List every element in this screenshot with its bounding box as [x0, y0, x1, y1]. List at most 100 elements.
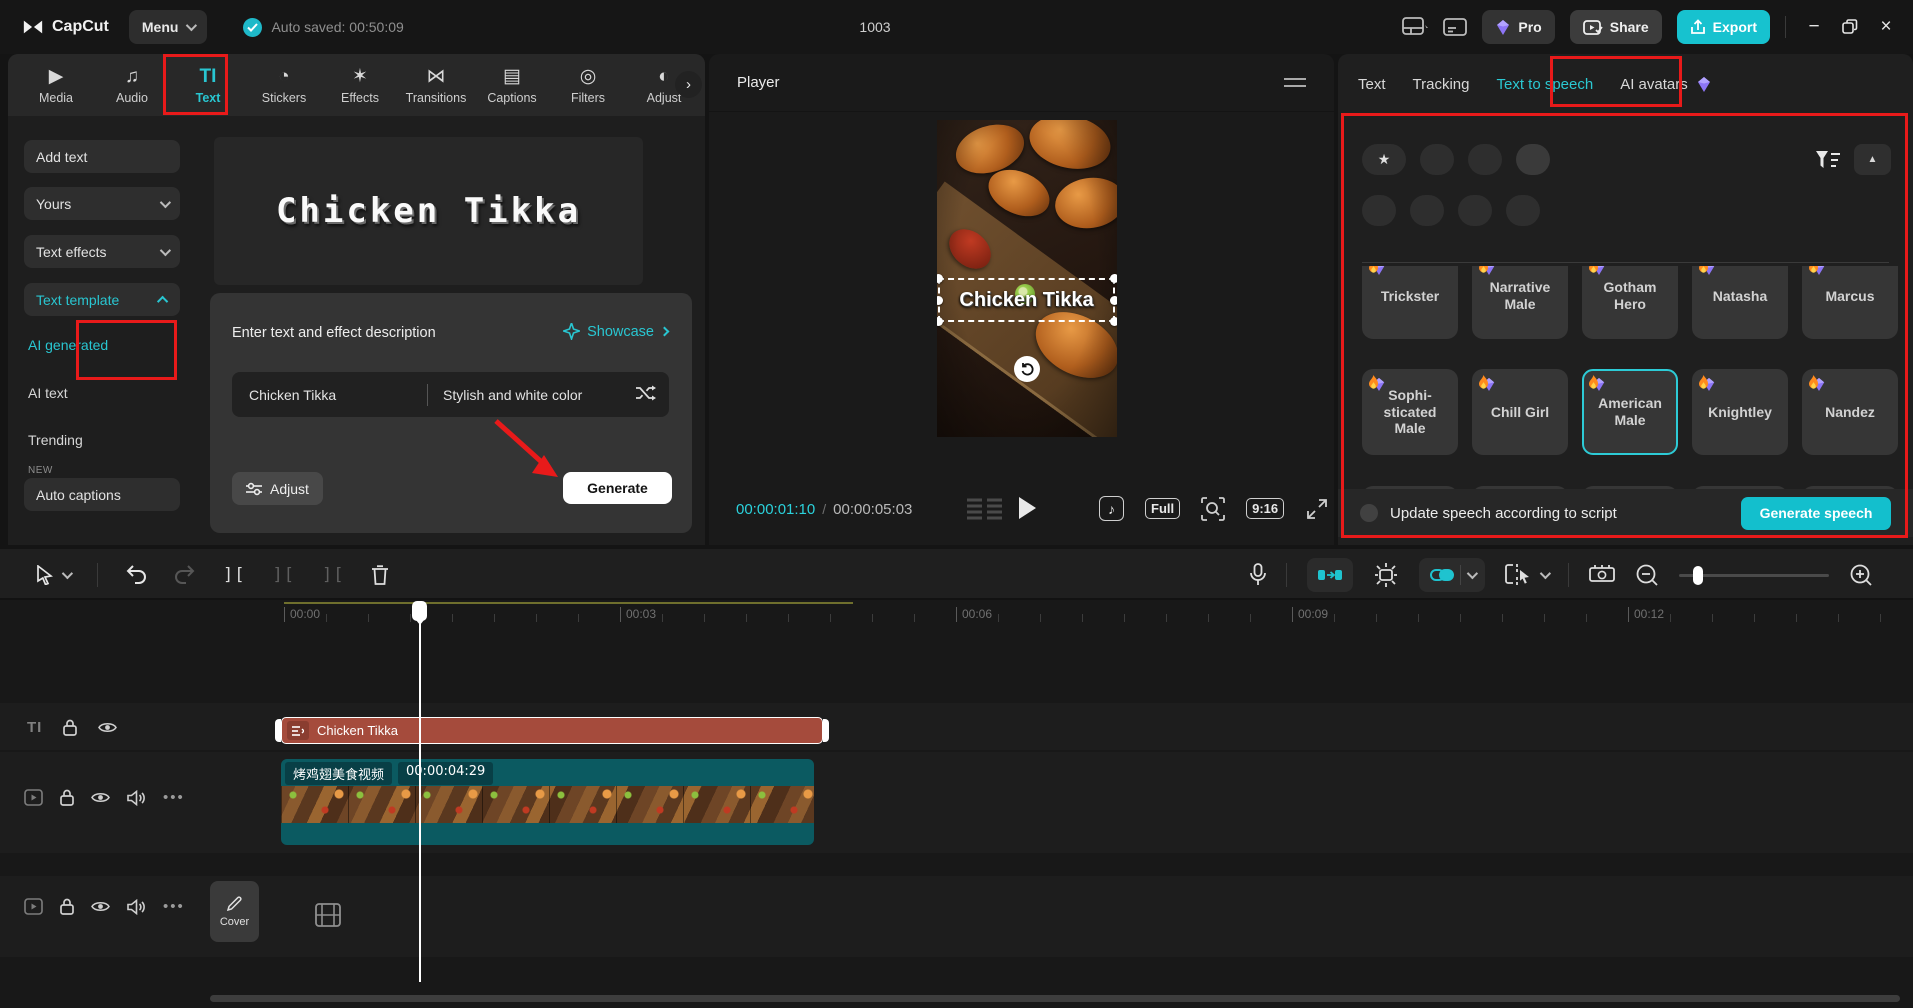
frame-view-icon[interactable]: [967, 498, 1003, 520]
ratio-button[interactable]: 9:16: [1246, 498, 1284, 519]
eye-icon[interactable]: [91, 791, 110, 804]
voice-card[interactable]: Marcus: [1802, 266, 1898, 339]
selection-handle[interactable]: [937, 296, 943, 305]
selection-handle[interactable]: [1110, 317, 1117, 326]
minimize-button[interactable]: −: [1801, 16, 1827, 38]
delete-icon[interactable]: [371, 565, 389, 585]
adjust-button[interactable]: Adjust: [232, 472, 323, 505]
voice-card[interactable]: Narrative Male: [1472, 266, 1568, 339]
generate-speech-button[interactable]: Generate speech: [1741, 497, 1891, 530]
tab-tracking[interactable]: Tracking: [1413, 76, 1470, 93]
pro-button[interactable]: Pro: [1482, 10, 1554, 44]
left-tab[interactable]: ⋈ Transitions: [398, 54, 474, 116]
voice-card[interactable]: Chill Girl: [1472, 369, 1568, 455]
full-quality-button[interactable]: Full: [1145, 498, 1180, 519]
tabstrip-next-button[interactable]: ›: [675, 71, 702, 98]
more-options-icon[interactable]: •••: [163, 898, 185, 915]
voice-card[interactable]: Knightley: [1692, 369, 1788, 455]
filter-chip[interactable]: [1410, 195, 1444, 226]
filter-chip[interactable]: [1458, 195, 1492, 226]
filter-chip[interactable]: [1362, 195, 1396, 226]
filter-chip[interactable]: [1420, 144, 1454, 175]
sidebar-item-auto-captions[interactable]: Auto captions: [24, 478, 180, 511]
more-options-icon[interactable]: •••: [163, 789, 185, 806]
redo-icon[interactable]: [174, 565, 196, 584]
collapse-button[interactable]: ▲: [1854, 144, 1891, 175]
tab-text[interactable]: Text: [1358, 76, 1386, 93]
left-tab[interactable]: ◔ Stickers: [246, 54, 322, 116]
preview-axis-icon[interactable]: [1589, 564, 1615, 586]
voice-card[interactable]: Sophi-sticated Male: [1362, 369, 1458, 455]
eye-icon[interactable]: [98, 721, 117, 734]
undo-icon[interactable]: [125, 565, 147, 584]
share-button[interactable]: Share: [1570, 10, 1662, 44]
lock-icon[interactable]: [63, 719, 77, 736]
text-clip[interactable]: Chicken Tikka: [281, 717, 823, 744]
voice-card[interactable]: American Male: [1582, 369, 1678, 455]
fullscreen-icon[interactable]: [1305, 497, 1329, 521]
favorites-chip[interactable]: ★: [1362, 144, 1406, 175]
sidebar-item-ai-generated[interactable]: AI generated: [28, 337, 108, 353]
video-clip[interactable]: 烤鸡翅美食视频 00:00:04:29: [281, 759, 814, 845]
player-menu-icon[interactable]: [1284, 77, 1306, 89]
restore-button[interactable]: [1842, 19, 1858, 35]
freeze-frame-icon[interactable]: [1373, 563, 1399, 587]
speaker-icon[interactable]: [127, 790, 146, 806]
panel-notes-icon[interactable]: [1443, 18, 1467, 36]
record-voiceover-icon[interactable]: [1250, 563, 1266, 586]
generate-button[interactable]: Generate: [563, 472, 672, 504]
template-preview[interactable]: Chicken Tikka: [214, 137, 643, 285]
sidebar-item-trending[interactable]: Trending: [28, 432, 83, 448]
cover-button[interactable]: Cover: [210, 881, 259, 942]
left-tab[interactable]: ▶ Media: [18, 54, 94, 116]
split-icon[interactable]: ][: [223, 565, 245, 585]
select-tool[interactable]: [36, 565, 70, 585]
prompt-input[interactable]: Chicken Tikka Stylish and white color: [232, 372, 669, 417]
shuffle-icon[interactable]: [635, 384, 656, 402]
selection-handle[interactable]: [1110, 296, 1117, 305]
voice-card[interactable]: Nandez: [1802, 369, 1898, 455]
text-selection-box[interactable]: Chicken Tikka: [938, 278, 1115, 322]
playhead[interactable]: [419, 604, 421, 982]
close-button[interactable]: ×: [1873, 16, 1899, 38]
layout-icon[interactable]: [1402, 17, 1428, 37]
play-button[interactable]: [1019, 497, 1036, 519]
sidebar-item-text-template[interactable]: Text template: [24, 283, 180, 316]
trim-handle-left[interactable]: [275, 719, 281, 742]
selection-handle[interactable]: [937, 274, 943, 283]
left-tab[interactable]: ◎ Filters: [550, 54, 626, 116]
sidebar-item-ai-text[interactable]: AI text: [28, 385, 68, 401]
left-tab[interactable]: ✶ Effects: [322, 54, 398, 116]
sidebar-item-add-text[interactable]: Add text: [24, 140, 180, 173]
slider-handle[interactable]: [1693, 566, 1703, 585]
voice-card[interactable]: Gotham Hero: [1582, 266, 1678, 339]
left-tab[interactable]: ♫ Audio: [94, 54, 170, 116]
lock-icon[interactable]: [60, 898, 74, 915]
export-button[interactable]: Export: [1677, 10, 1770, 44]
speaker-icon[interactable]: [127, 899, 146, 915]
filter-chip[interactable]: [1468, 144, 1502, 175]
sidebar-item-yours[interactable]: Yours: [24, 187, 180, 220]
zoom-out-icon[interactable]: [1635, 563, 1659, 587]
filter-chip[interactable]: [1516, 144, 1550, 175]
tiktok-audio-icon[interactable]: ♪: [1099, 496, 1124, 521]
timeline-zoom-slider[interactable]: [1679, 558, 1829, 592]
filter-funnel-icon[interactable]: [1815, 150, 1841, 170]
eye-icon[interactable]: [91, 900, 110, 913]
playhead-handle[interactable]: [412, 601, 427, 621]
tab-ai-avatars[interactable]: AI avatars: [1620, 76, 1712, 93]
magnetic-snap-toggle[interactable]: [1307, 558, 1353, 592]
update-speech-checkbox[interactable]: [1360, 504, 1378, 522]
rotate-handle[interactable]: [1014, 356, 1040, 382]
voice-card[interactable]: Natasha: [1692, 266, 1788, 339]
menu-button[interactable]: Menu: [129, 10, 208, 44]
voice-card[interactable]: Trickster: [1362, 266, 1458, 339]
link-toggle[interactable]: [1419, 558, 1485, 592]
tab-text-to-speech[interactable]: Text to speech: [1496, 76, 1593, 93]
timeline-scrollbar[interactable]: [210, 995, 1900, 1002]
sidebar-item-text-effects[interactable]: Text effects: [24, 235, 180, 268]
left-tab[interactable]: TI Text: [170, 54, 246, 116]
split-left-icon[interactable]: ][: [272, 565, 294, 585]
timeline-ruler[interactable]: 00:0000:0300:0600:0900:12: [0, 601, 1913, 629]
cursor-split-tool[interactable]: [1505, 564, 1548, 586]
